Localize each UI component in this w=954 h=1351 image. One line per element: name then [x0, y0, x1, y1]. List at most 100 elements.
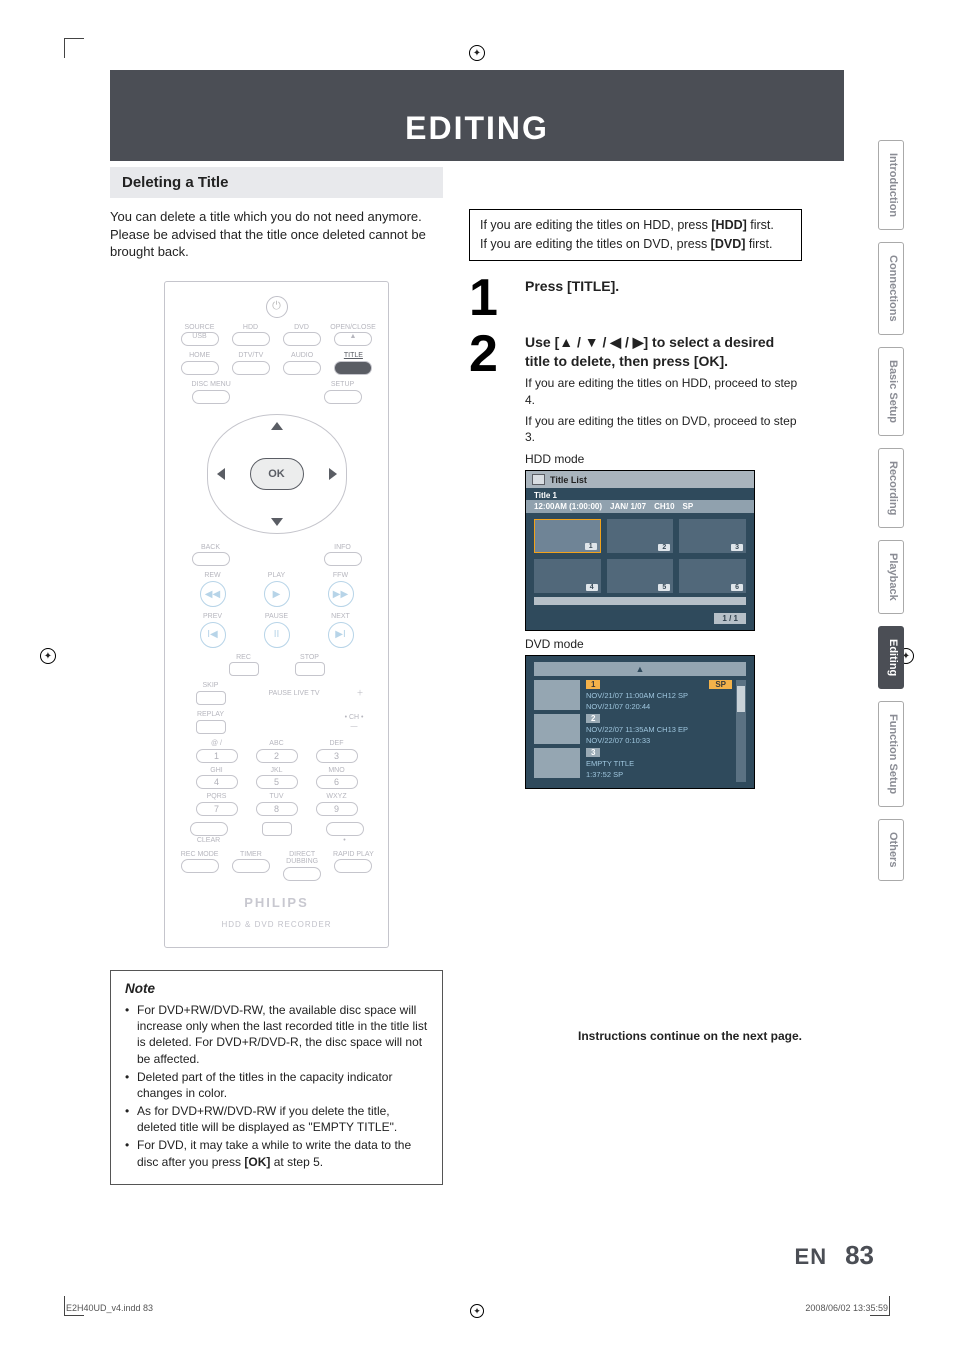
- next-button[interactable]: ▶I: [328, 622, 354, 648]
- zero-button[interactable]: [262, 822, 292, 836]
- numeric-keypad: @ /1ABC2DEF3GHI4JKL5MNO6PQRS7TUV8WXYZ9: [192, 740, 362, 816]
- left-arrow-icon[interactable]: [217, 468, 225, 480]
- ok-button[interactable]: OK: [250, 458, 304, 490]
- title-thumbnail[interactable]: 5: [607, 559, 674, 593]
- play-button[interactable]: ▶: [264, 581, 290, 607]
- keypad-key-5[interactable]: 5: [256, 775, 298, 789]
- device-name: HDD & DVD RECORDER: [221, 920, 331, 929]
- page-indicator: 1 / 1: [714, 613, 746, 624]
- side-tab-others[interactable]: Others: [878, 819, 904, 880]
- dvd-title-row[interactable]: 3EMPTY TITLE1:37:52 SP: [534, 748, 732, 779]
- navigation-dpad[interactable]: OK: [207, 414, 347, 534]
- side-tab-editing[interactable]: Editing: [878, 626, 904, 689]
- keypad-key-3[interactable]: 3: [316, 749, 358, 763]
- pause-button[interactable]: II: [264, 622, 290, 648]
- dvd-thumbnail: [534, 748, 580, 778]
- keypad-key-8[interactable]: 8: [256, 802, 298, 816]
- scroll-up-indicator: ▲: [534, 662, 746, 676]
- keypad-key-9[interactable]: 9: [316, 802, 358, 816]
- title-thumbnail[interactable]: 4: [534, 559, 601, 593]
- prev-button[interactable]: I◀: [200, 622, 226, 648]
- side-tab-introduction[interactable]: Introduction: [878, 140, 904, 230]
- rapidplay-button[interactable]: [334, 859, 372, 873]
- page-footer: EN 83: [795, 1240, 874, 1271]
- up-arrow-icon[interactable]: [271, 422, 283, 430]
- note-item: As for DVD+RW/DVD-RW if you delete the t…: [125, 1103, 428, 1135]
- file-meta-right: 2008/06/02 13:35:59: [805, 1303, 888, 1313]
- title-thumbnail[interactable]: 3: [679, 519, 746, 553]
- hdd-title-list-screen: Title List Title 1 12:00AM (1:00:00) JAN…: [525, 470, 755, 631]
- dvd-button[interactable]: [283, 332, 321, 346]
- dvd-title-row[interactable]: 2NOV/22/07 11:35AM CH13 EPNOV/22/07 0:10…: [534, 714, 732, 745]
- dtvtv-button[interactable]: [232, 361, 270, 375]
- setup-label: SETUP: [331, 381, 354, 389]
- keypad-label: WXYZ: [326, 793, 346, 801]
- down-arrow-icon[interactable]: [271, 518, 283, 526]
- timer-label: TIMER: [240, 851, 262, 859]
- source-label: SOURCE: [185, 324, 215, 332]
- skip-button[interactable]: [196, 691, 226, 705]
- note-item: Deleted part of the titles in the capaci…: [125, 1069, 428, 1101]
- dvd-title-list-screen: ▲ 1SPNOV/21/07 11:00AM CH12 SPNOV/21/07 …: [525, 655, 755, 789]
- back-button[interactable]: [192, 552, 230, 566]
- scrollbar-thumb[interactable]: [737, 686, 745, 712]
- keypad-key-7[interactable]: 7: [196, 802, 238, 816]
- setup-button[interactable]: [324, 390, 362, 404]
- thumbnail-number: 4: [586, 584, 598, 591]
- side-tab-basic-setup[interactable]: Basic Setup: [878, 347, 904, 436]
- right-arrow-icon[interactable]: [329, 468, 337, 480]
- stop-button[interactable]: [295, 662, 325, 676]
- keypad-key-6[interactable]: 6: [316, 775, 358, 789]
- ch-label: • CH •: [345, 714, 364, 722]
- scrollbar-track[interactable]: [736, 680, 746, 782]
- dvd-title-meta: EMPTY TITLE: [586, 759, 732, 768]
- pause-label: PAUSE: [265, 613, 288, 621]
- side-tab-playback[interactable]: Playback: [878, 540, 904, 614]
- clear-button[interactable]: [190, 822, 228, 836]
- timer-button[interactable]: [232, 859, 270, 873]
- title-thumbnail[interactable]: 1: [534, 519, 601, 553]
- dvd-title-number: 2: [586, 714, 600, 723]
- rew-button[interactable]: ◀◀: [200, 581, 226, 607]
- replay-button[interactable]: [196, 720, 226, 734]
- audio-button[interactable]: [283, 361, 321, 375]
- note-item: For DVD, it may take a while to write th…: [125, 1137, 428, 1169]
- dvd-mode-label: DVD mode: [525, 637, 802, 651]
- dvd-mode-badge: SP: [709, 680, 732, 689]
- print-registration-mark: [469, 45, 485, 61]
- directdubbing-button[interactable]: [283, 867, 321, 881]
- discmenu-button[interactable]: [192, 390, 230, 404]
- side-tab-connections[interactable]: Connections: [878, 242, 904, 335]
- rec-button[interactable]: [229, 662, 259, 676]
- step-sub: If you are editing the titles on HDD, pr…: [525, 375, 802, 409]
- keypad-key-1[interactable]: 1: [196, 749, 238, 763]
- source-button[interactable]: USB: [181, 332, 219, 346]
- openclose-button[interactable]: ▲: [334, 332, 372, 346]
- note-title: Note: [125, 981, 428, 996]
- dvd-label: DVD: [294, 324, 309, 332]
- rec-label: REC: [236, 654, 251, 662]
- home-button[interactable]: [181, 361, 219, 375]
- header-band: [110, 70, 844, 104]
- dtvtv-label: DTV/TV: [238, 352, 263, 360]
- hdd-button[interactable]: [232, 332, 270, 346]
- thumbnail-number: 1: [585, 543, 597, 550]
- keypad-key-4[interactable]: 4: [196, 775, 238, 789]
- title-button[interactable]: [334, 361, 372, 375]
- brand-logo: PHILIPS: [244, 895, 309, 910]
- dvd-title-row[interactable]: 1SPNOV/21/07 11:00AM CH12 SPNOV/21/07 0:…: [534, 680, 732, 711]
- rew-label: REW: [204, 572, 220, 580]
- dot-button[interactable]: [326, 822, 364, 836]
- title-thumbnail[interactable]: 2: [607, 519, 674, 553]
- side-tab-recording[interactable]: Recording: [878, 448, 904, 528]
- keypad-label: PQRS: [207, 793, 227, 801]
- info-button[interactable]: [324, 552, 362, 566]
- recmode-button[interactable]: [181, 859, 219, 873]
- keypad-key-2[interactable]: 2: [256, 749, 298, 763]
- ffw-button[interactable]: ▶▶: [328, 581, 354, 607]
- side-tab-function-setup[interactable]: Function Setup: [878, 701, 904, 807]
- step-lead: Press [TITLE].: [525, 277, 802, 296]
- side-tabs: Introduction Connections Basic Setup Record…: [878, 140, 904, 881]
- title-thumbnail[interactable]: 6: [679, 559, 746, 593]
- section-heading: Deleting a Title: [110, 167, 443, 198]
